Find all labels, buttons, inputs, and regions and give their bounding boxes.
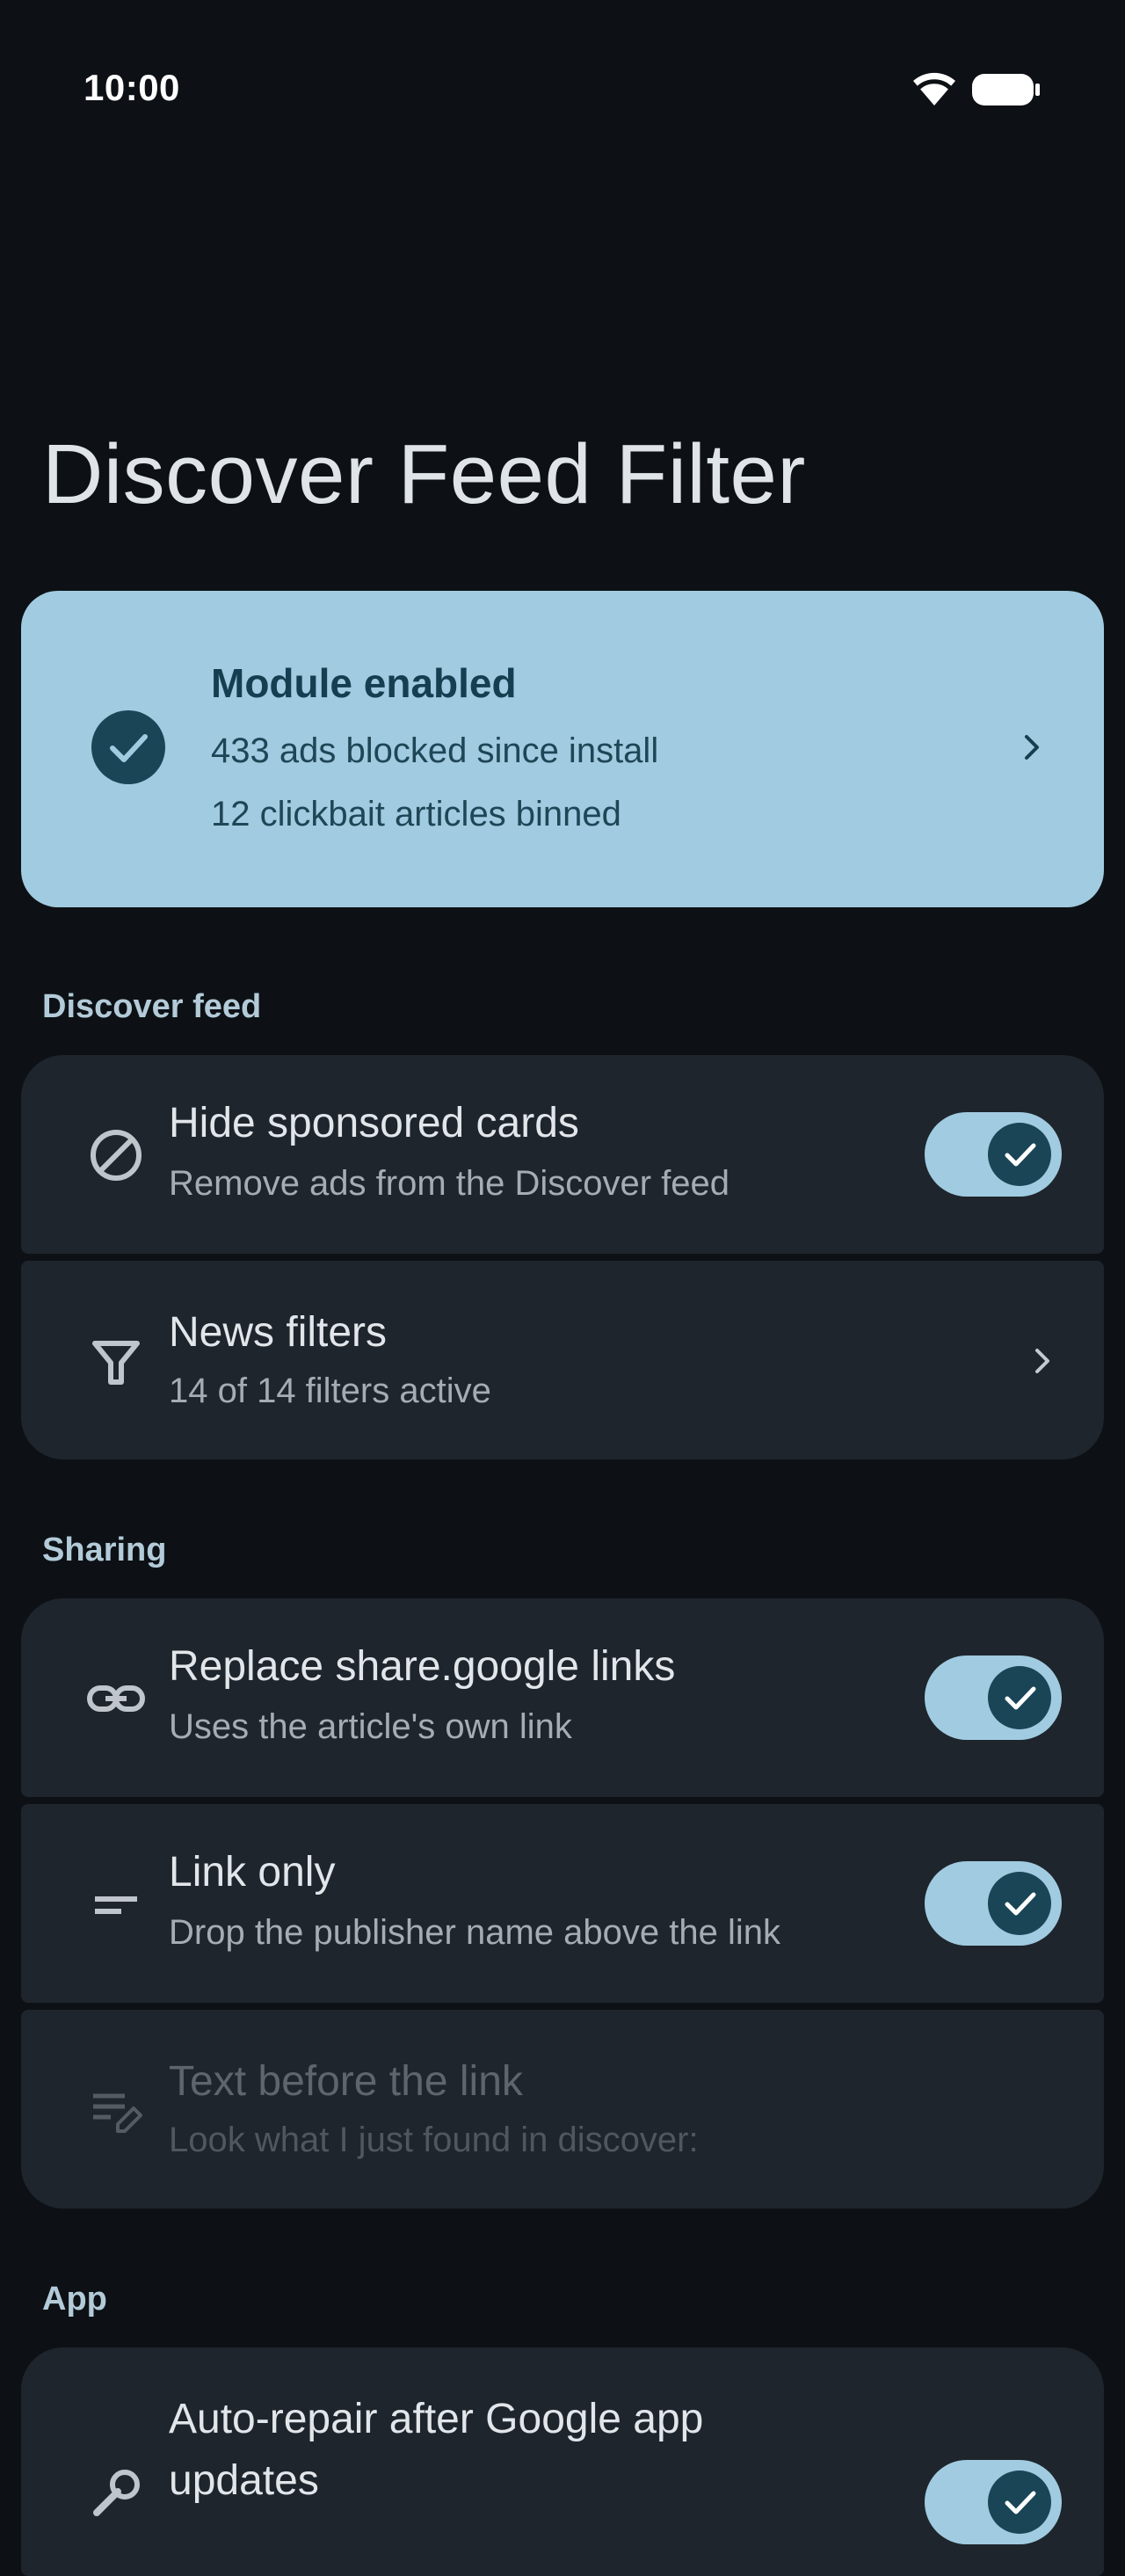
wifi-icon	[910, 68, 959, 106]
setting-title: Link only	[169, 1849, 336, 1896]
setting-subtitle: 14 of 14 filters active	[169, 1372, 491, 1410]
short-text-icon	[95, 1896, 137, 1914]
setting-link-only[interactable]: Link only Drop the publisher name above …	[21, 1804, 1104, 2003]
setting-news-filters[interactable]: News filters 14 of 14 filters active	[21, 1261, 1104, 1459]
chevron-right-icon	[1025, 735, 1039, 760]
clickbait-binned-count: 12 clickbait articles binned	[211, 795, 621, 833]
battery-icon	[972, 74, 1040, 106]
setting-title-line2: updates	[169, 2457, 319, 2504]
setting-title: Text before the link	[169, 2058, 523, 2105]
setting-title: News filters	[169, 1309, 388, 1356]
setting-subtitle: Drop the publisher name above the link	[169, 1913, 780, 1952]
setting-title-line1: Auto-repair after Google app	[169, 2396, 704, 2442]
module-status-title: Module enabled	[211, 660, 517, 706]
module-status-card[interactable]: Module enabled 433 ads blocked since ins…	[21, 591, 1104, 907]
ads-blocked-count: 433 ads blocked since install	[211, 731, 659, 770]
link-only-toggle[interactable]	[925, 1861, 1062, 1946]
setting-title: Replace share.google links	[169, 1643, 676, 1690]
toggle-knob	[988, 1123, 1051, 1186]
toggle-knob	[988, 2470, 1051, 2534]
auto-repair-toggle[interactable]	[925, 2460, 1062, 2544]
wrench-icon	[93, 2470, 140, 2516]
setting-title: Hide sponsored cards	[169, 1100, 579, 1146]
section-header-sharing: Sharing	[42, 1532, 167, 1568]
section-header-discover: Discover feed	[42, 988, 262, 1025]
edit-note-icon	[93, 2093, 142, 2133]
setting-subtitle: Look what I just found in discover:	[169, 2121, 699, 2159]
toggle-knob	[988, 1872, 1051, 1935]
toggle-knob	[988, 1666, 1051, 1729]
setting-subtitle: Remove ads from the Discover feed	[169, 1164, 730, 1203]
status-bar: 10:00	[0, 0, 1125, 176]
setting-hide-sponsored[interactable]: Hide sponsored cards Remove ads from the…	[21, 1055, 1104, 1254]
link-icon	[87, 1685, 145, 1712]
page-title: Discover Feed Filter	[42, 427, 806, 521]
replace-links-toggle[interactable]	[925, 1655, 1062, 1740]
hide-sponsored-toggle[interactable]	[925, 1112, 1062, 1197]
setting-subtitle: Uses the article's own link	[169, 1707, 572, 1746]
status-time: 10:00	[83, 67, 180, 108]
chevron-right-icon	[1035, 1349, 1049, 1373]
setting-text-before-link: Text before the link Look what I just fo…	[21, 2010, 1104, 2209]
block-icon	[91, 1130, 142, 1181]
setting-replace-links[interactable]: Replace share.google links Uses the arti…	[21, 1598, 1104, 1797]
setting-auto-repair[interactable]: Auto-repair after Google app updates	[21, 2347, 1104, 2576]
filter-icon	[92, 1341, 140, 1385]
section-header-app: App	[42, 2281, 107, 2318]
check-circle-icon	[91, 710, 165, 784]
